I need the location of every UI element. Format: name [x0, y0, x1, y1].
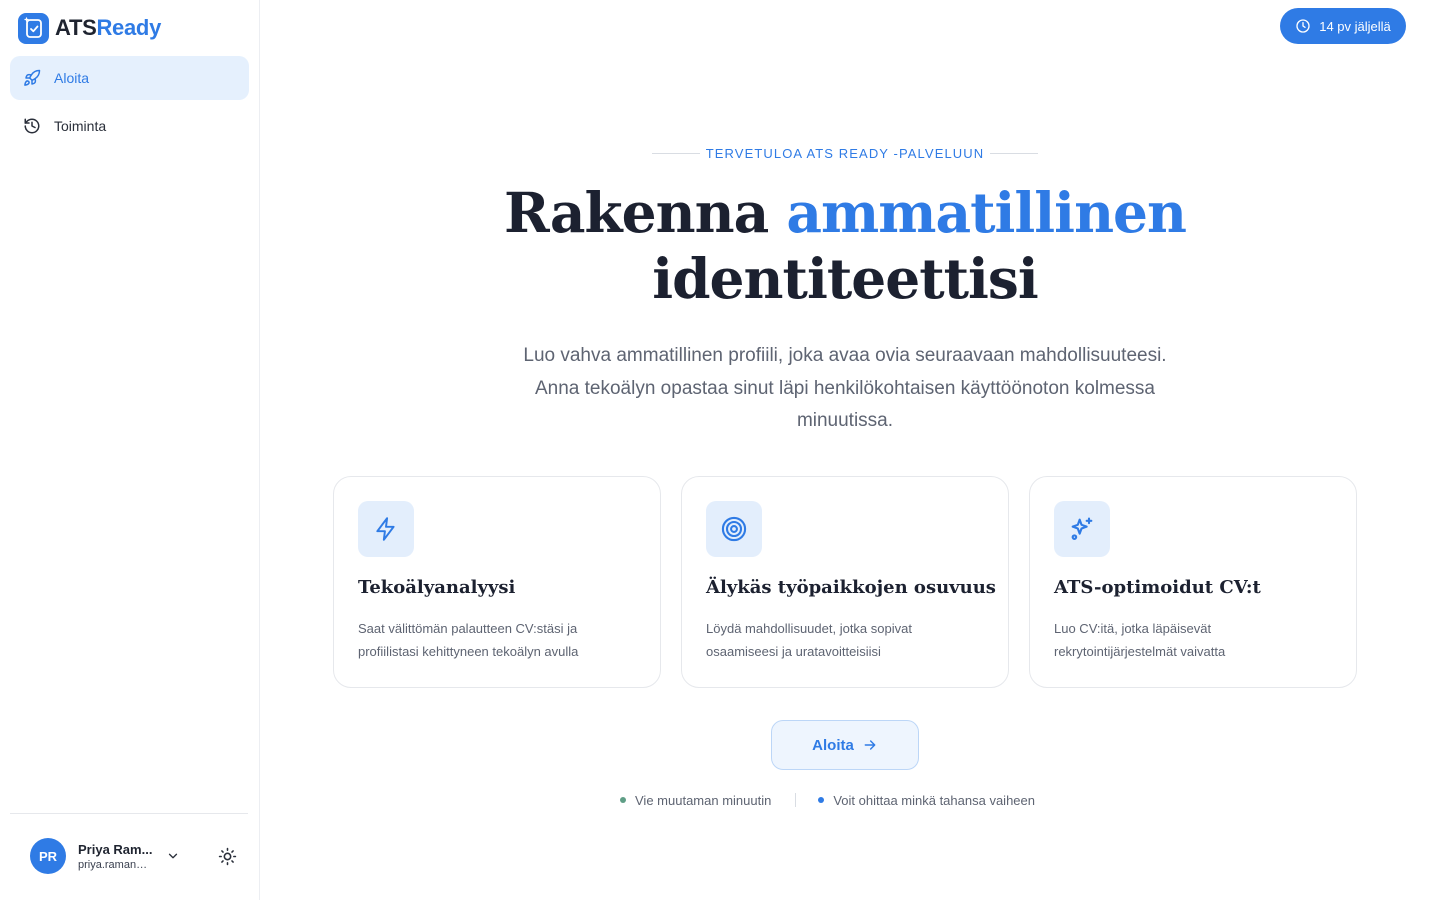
title-part2: identiteettisi — [652, 246, 1039, 311]
feature-description: Löydä mahdollisuudet, jotka sopivat osaa… — [706, 621, 912, 659]
feature-card-ats-cv: ATS-optimoidut CV:t Luo CV:itä, jotka lä… — [1029, 476, 1357, 688]
arrow-right-icon — [862, 737, 878, 753]
feature-description: Luo CV:itä, jotka läpäisevät rekrytointi… — [1054, 621, 1226, 659]
user-profile[interactable]: PR Priya Ram... priya.raman@... — [30, 838, 240, 874]
trial-days-badge[interactable]: 14 pv jäljellä — [1280, 8, 1406, 44]
sidebar-item-aloita[interactable]: Aloita — [10, 56, 249, 100]
note-text: Voit ohittaa minkä tahansa vaiheen — [833, 792, 1035, 808]
brand-name: ATSReady — [55, 15, 162, 40]
eyebrow: TERVETULOA ATS READY -PALVELUUN — [652, 142, 1038, 164]
feature-description: Saat välittömän palautteen CV:stäsi ja p… — [358, 621, 579, 659]
feature-card-job-matching: Älykäs työpaikkojen osuvuus Löydä mahdol… — [681, 476, 1009, 688]
page-title: Rakenna ammatillinen identiteettisi — [420, 180, 1270, 312]
lightning-icon — [358, 501, 414, 557]
sidebar-item-toiminta[interactable]: Toiminta — [10, 104, 249, 148]
sidebar-divider — [10, 813, 248, 814]
history-icon — [22, 116, 42, 136]
brand-logo[interactable]: ATSReady — [18, 12, 161, 44]
title-highlight: ammatillinen — [786, 180, 1187, 245]
sidebar-nav: Aloita Toiminta — [10, 56, 249, 152]
note-text: Vie muutaman minuutin — [635, 792, 772, 808]
user-email: priya.raman@... — [78, 858, 154, 871]
clock-icon — [1295, 18, 1311, 34]
note-skippable: Voit ohittaa minkä tahansa vaiheen — [818, 793, 1035, 808]
start-button[interactable]: Aloita — [771, 720, 919, 770]
sidebar: ATSReady Aloita Toiminta PR Priya Ram...… — [0, 0, 260, 900]
notes-divider — [795, 793, 797, 807]
feature-title: Tekoälyanalyysi — [358, 577, 516, 598]
sparkles-icon — [1054, 501, 1110, 557]
title-part1: Rakenna — [503, 180, 769, 245]
feature-card-ai-analysis: Tekoälyanalyysi Saat välittömän palautte… — [333, 476, 661, 688]
status-dot-icon — [620, 797, 626, 803]
trial-days-label: 14 pv jäljellä — [1319, 18, 1391, 34]
user-name: Priya Ram... — [78, 841, 153, 857]
feature-title: ATS-optimoidut CV:t — [1054, 577, 1261, 598]
hero-subtitle: Luo vahva ammatillinen profiili, joka av… — [523, 345, 1167, 431]
note-duration: Vie muutaman minuutin — [620, 793, 771, 808]
sidebar-item-label: Aloita — [54, 70, 90, 86]
theme-toggle-sun-icon[interactable] — [216, 845, 238, 867]
feature-title: Älykäs työpaikkojen osuvuus — [706, 577, 996, 598]
onboarding-notes: Vie muutaman minuutin Voit ohittaa minkä… — [620, 788, 1080, 812]
chevron-down-icon[interactable] — [164, 847, 182, 865]
start-button-label: Aloita — [812, 736, 854, 754]
target-icon — [706, 501, 762, 557]
status-dot-icon — [818, 797, 825, 803]
avatar[interactable]: PR — [30, 838, 66, 874]
eyebrow-text: TERVETULOA ATS READY -PALVELUUN — [705, 145, 985, 161]
eyebrow-line-left — [652, 152, 700, 154]
eyebrow-line-right — [990, 152, 1038, 154]
logo-mark-icon — [18, 12, 49, 44]
sidebar-item-label: Toiminta — [54, 118, 107, 134]
rocket-icon — [22, 68, 42, 88]
user-info: Priya Ram... priya.raman@... — [78, 842, 154, 871]
